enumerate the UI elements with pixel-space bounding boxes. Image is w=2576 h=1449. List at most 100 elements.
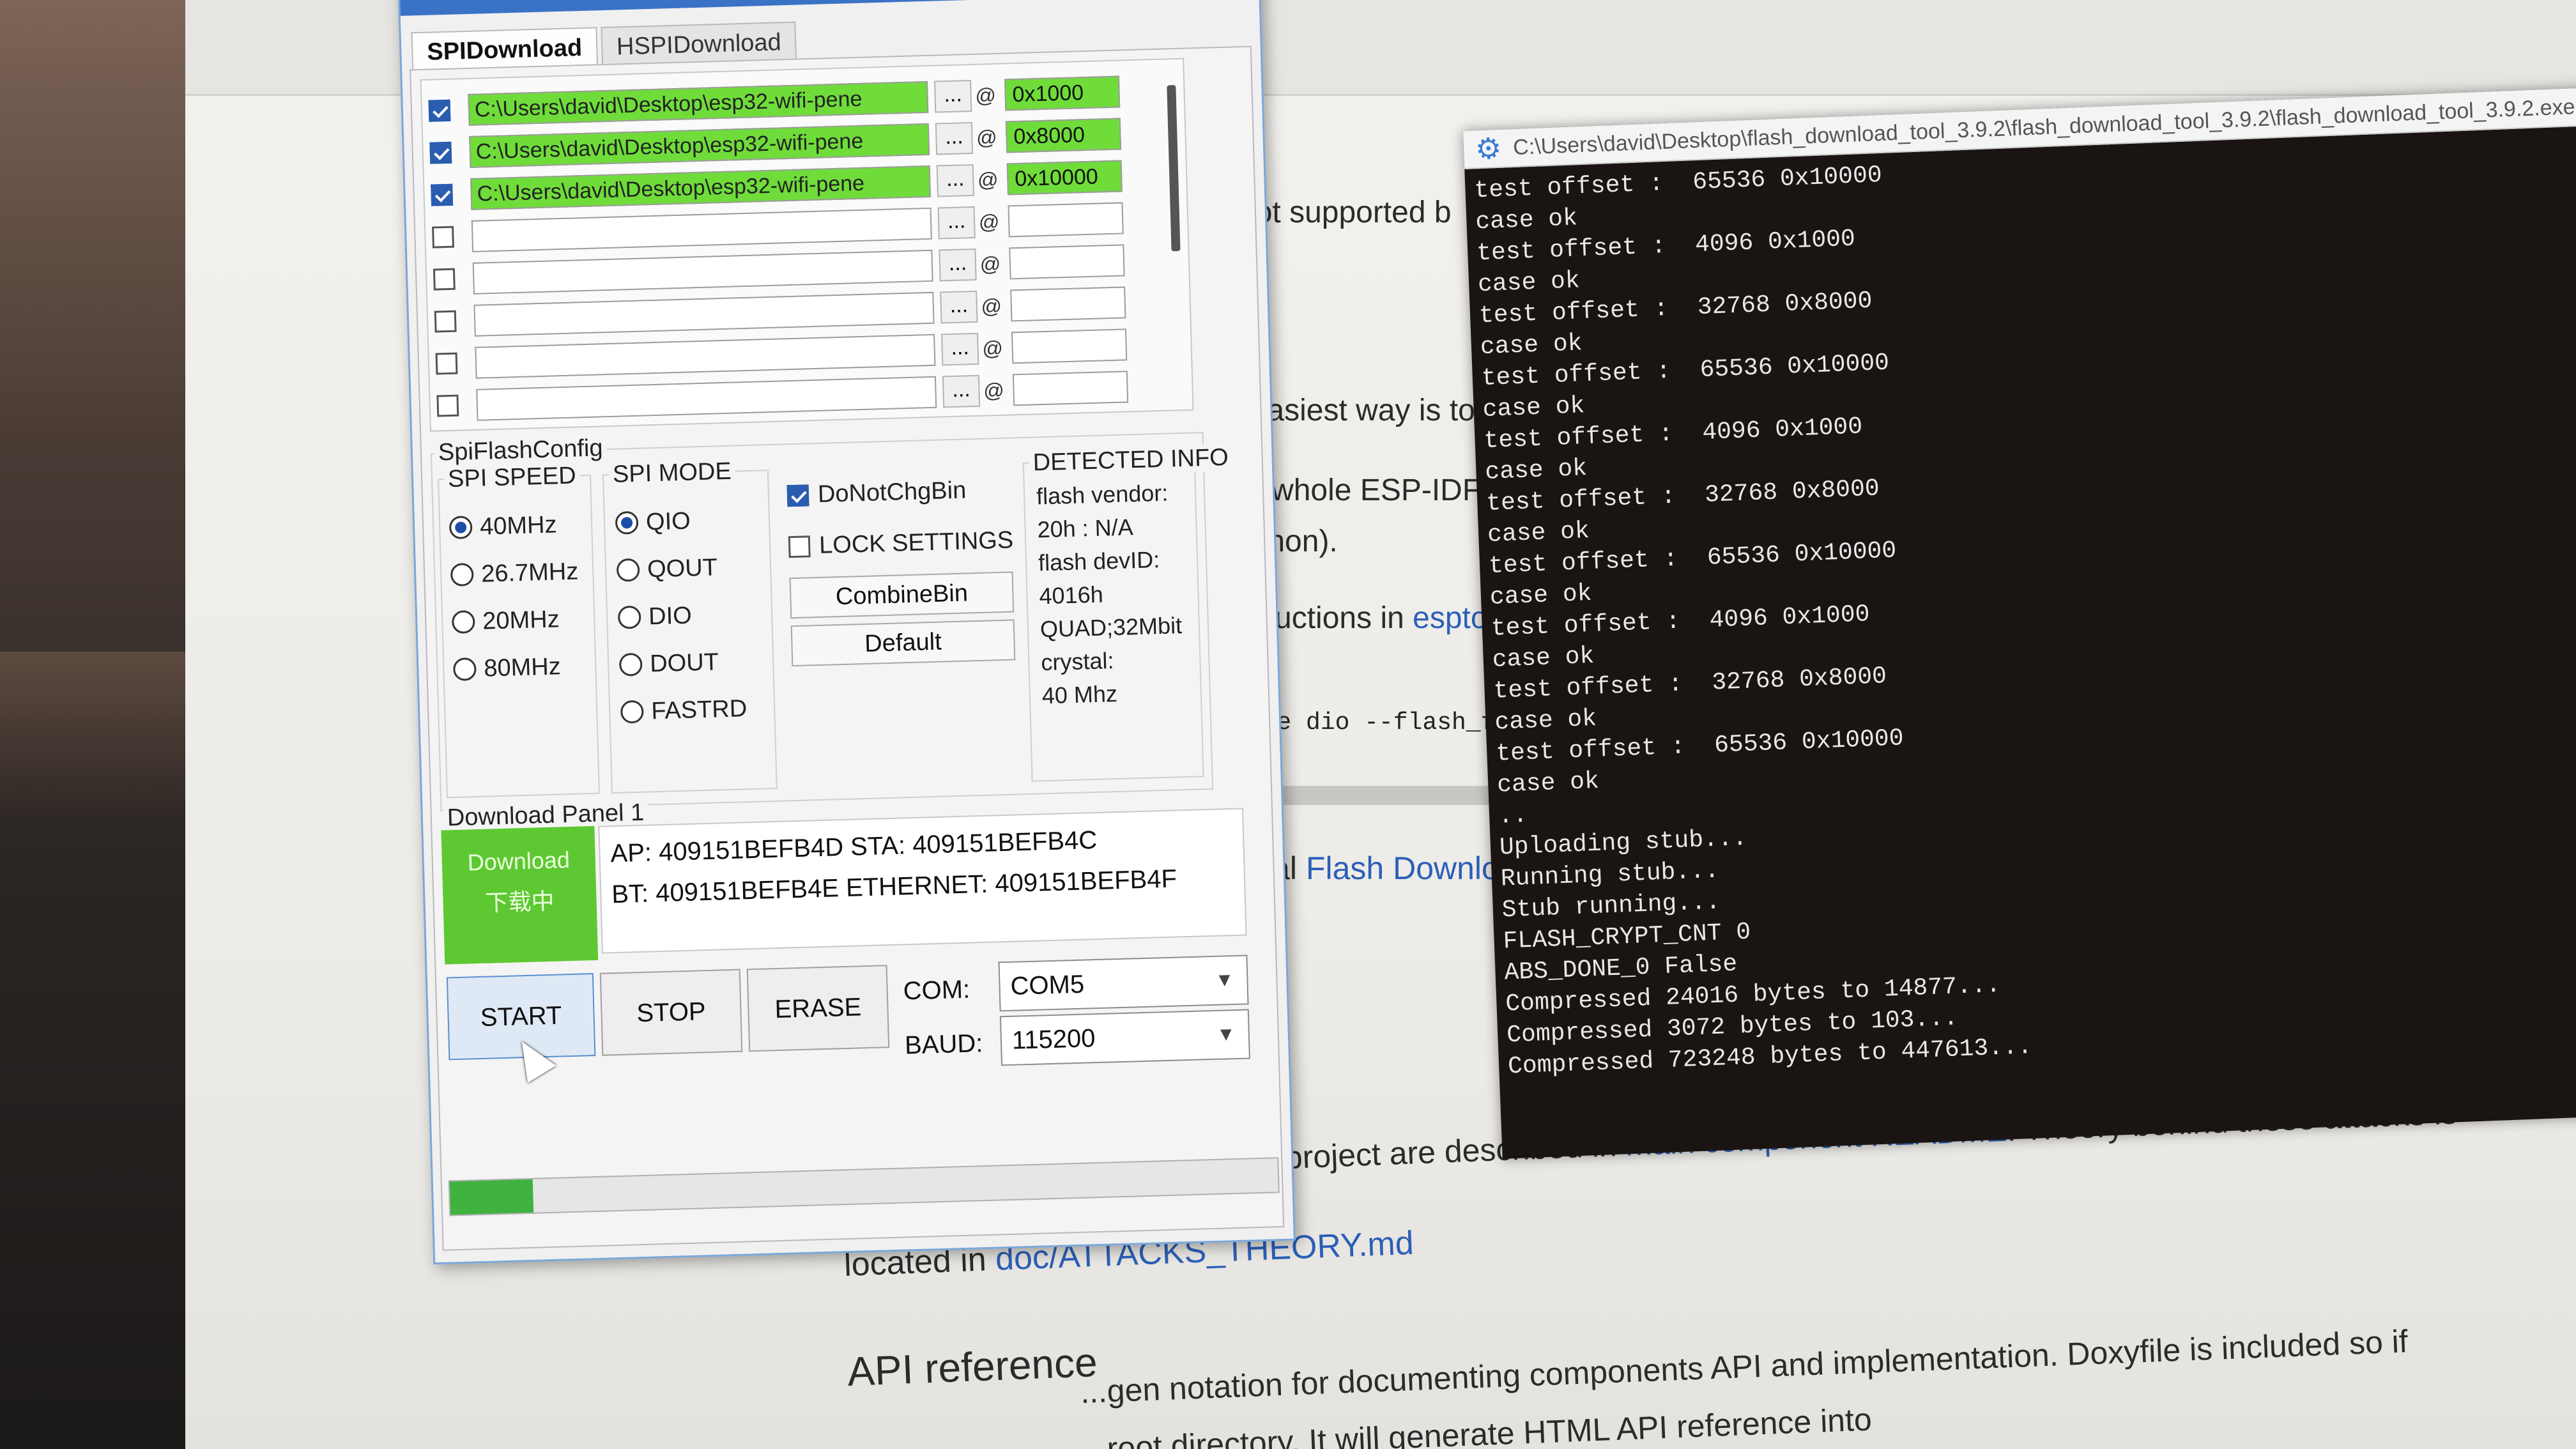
browse-button[interactable]: ... [933,79,972,113]
file-enable-checkbox[interactable] [436,394,459,417]
gear-icon: ⚙ [1475,131,1503,166]
file-enable-checkbox[interactable] [435,352,458,375]
browse-button[interactable]: ... [940,290,978,324]
file-path-field[interactable]: C:\Users\david\Desktop\esp32-wifi-pene [468,80,929,126]
file-path-field[interactable] [471,207,932,252]
download-progress-fill [449,1179,533,1215]
browse-button[interactable]: ... [935,121,974,155]
detected-info-line: crystal: [1040,647,1115,676]
baud-label: BAUD: [904,1029,983,1060]
file-path-field[interactable] [473,291,935,337]
com-port-value: COM5 [1009,970,1085,1000]
mac-info-box: AP: 409151BEFB4D STA: 409151BEFB4C BT: 4… [598,808,1247,954]
detected-info-line: QUAD;32Mbit [1039,612,1183,643]
radio-dot[interactable] [616,558,640,582]
radio-dot[interactable] [451,610,475,634]
file-list: C:\Users\david\Desktop\esp32-wifi-pene..… [420,57,1194,432]
at-label: @ [977,167,999,192]
browse-button[interactable]: ... [939,248,977,282]
donotchgbin-check[interactable] [786,484,809,507]
download-status: Download 下载中 [441,825,599,965]
spi-mode-radio-label: FASTRD [650,694,747,724]
link-esptool[interactable]: espto [1413,601,1487,635]
download-progress-bar [448,1157,1280,1216]
radio-dot[interactable] [448,516,473,540]
file-enable-checkbox[interactable] [431,183,454,206]
stop-button[interactable]: STOP [599,969,743,1056]
spi-speed-radio[interactable]: 40MHz [448,500,578,551]
file-path-field[interactable] [472,249,933,295]
spi-speed-radio-label: 20MHz [482,605,560,635]
at-label: @ [983,378,1005,402]
radio-dot[interactable] [620,700,644,724]
baud-rate-value: 115200 [1011,1024,1096,1055]
radio-dot[interactable] [617,605,641,629]
file-enable-checkbox[interactable] [434,310,457,333]
file-list-scrollbar[interactable] [1167,85,1181,252]
file-address-field[interactable] [1008,202,1124,238]
terminal-window[interactable]: ⚙ C:\Users\david\Desktop\flash_download_… [1463,86,2576,1159]
link-flash-download[interactable]: Flash Downlo [1306,850,1499,886]
spi-mode-radio[interactable]: QOUT [616,543,744,594]
detected-info-label: DETECTED INFO [1029,443,1233,477]
radio-dot[interactable] [615,510,639,535]
monitor-bezel [0,0,192,1449]
file-enable-checkbox[interactable] [429,141,452,164]
spi-mode-radio[interactable]: FASTRD [620,685,747,735]
default-button[interactable]: Default [790,619,1016,667]
browse-button[interactable]: ... [942,374,981,408]
spi-speed-radio[interactable]: 20MHz [451,595,580,646]
detected-info-line: flash vendor: [1036,479,1169,510]
radio-dot[interactable] [618,652,643,677]
donotchgbin-checkbox[interactable]: DoNotChgBin [786,477,967,509]
spi-mode-options: QIO QOUT DIO DOUT FASTRD [615,496,747,735]
lock-settings-check[interactable] [788,535,811,558]
spi-mode-radio-label: DIO [648,602,693,630]
browse-button[interactable]: ... [937,206,976,240]
com-port-select[interactable]: COM5 ▼ [998,954,1249,1012]
baud-rate-select[interactable]: 115200 ▼ [999,1009,1250,1066]
spi-speed-radio[interactable]: 80MHz [452,642,581,693]
file-path-field[interactable]: C:\Users\david\Desktop\esp32-wifi-pene [469,123,930,168]
file-address-field[interactable]: 0x1000 [1004,75,1121,111]
download-tool-window[interactable]: ESP32 DOWNLOAD TOOL V3.9.2 SPIDownload H… [397,0,1296,1265]
file-address-field[interactable] [1009,244,1125,280]
chevron-down-icon: ▼ [1216,1023,1236,1045]
spi-speed-label: SPI SPEED [443,462,581,494]
terminal-output: test offset : 65536 0x10000 case ok test o… [1464,125,2576,1089]
radio-dot[interactable] [452,657,477,681]
chevron-down-icon: ▼ [1215,969,1234,991]
spiflashconfig-title: SpiFlashConfig [434,434,608,467]
radio-dot[interactable] [450,563,474,587]
file-enable-checkbox[interactable] [428,99,451,122]
monitor-bezel-lip [0,652,192,818]
download-status-text: Download [467,847,571,876]
donotchgbin-label: DoNotChgBin [817,477,967,508]
spi-speed-options: 40MHz 26.7MHz 20MHz 80MHz [448,500,581,693]
erase-button[interactable]: ERASE [746,965,890,1052]
file-path-field[interactable] [475,334,936,379]
file-address-field[interactable]: 0x10000 [1006,160,1123,195]
combinebin-button[interactable]: CombineBin [789,571,1015,619]
com-label: COM: [903,975,970,1006]
window-title: ESP32 DOWNLOAD TOOL V3.9.2 [399,0,1259,16]
file-address-field[interactable] [1011,328,1128,364]
file-enable-checkbox[interactable] [432,226,454,249]
file-address-field[interactable]: 0x8000 [1005,118,1122,153]
file-path-field[interactable] [476,376,937,421]
tab-spidownload[interactable]: SPIDownload [411,27,598,71]
at-label: @ [981,294,1002,318]
file-address-field[interactable] [1012,371,1129,406]
browse-button[interactable]: ... [936,164,975,197]
tab-hspidownload[interactable]: HSPIDownload [601,21,797,66]
spi-mode-radio[interactable]: QIO [615,496,742,546]
spi-mode-radio[interactable]: DIO [617,590,745,641]
spi-speed-radio-label: 26.7MHz [480,557,579,588]
file-enable-checkbox[interactable] [433,268,456,291]
spi-mode-radio-label: DOUT [649,648,719,677]
file-path-field[interactable]: C:\Users\david\Desktop\esp32-wifi-pene [470,165,931,210]
spi-speed-radio[interactable]: 26.7MHz [450,548,579,599]
spi-mode-radio[interactable]: DOUT [618,638,746,688]
file-address-field[interactable] [1010,286,1126,322]
browse-button[interactable]: ... [941,332,979,366]
